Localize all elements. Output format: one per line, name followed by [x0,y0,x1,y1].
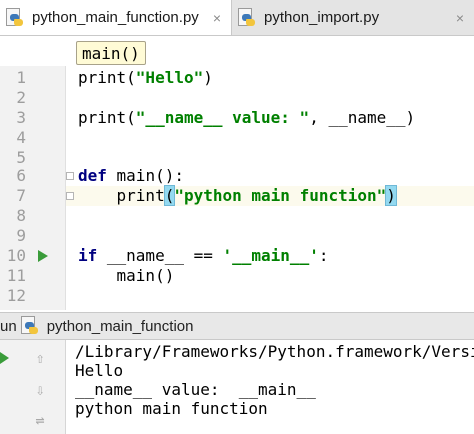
run-label: un [0,317,17,335]
line-number: 5 [16,148,26,167]
python-file-icon [6,7,24,28]
matched-paren: ) [385,185,397,206]
python-file-icon [238,7,256,28]
line-number: 3 [16,108,26,127]
code-line: 12 [0,286,474,306]
matched-paren: ( [163,185,176,206]
code-line: 1 print("Hello") [0,68,474,88]
code-line: 11 main() [0,266,474,286]
code-line: 10 if __name__ == '__main__': [0,246,474,266]
code-line: 8 [0,206,474,226]
code-line: 9 [0,226,474,246]
line-number: 4 [16,128,26,147]
close-icon[interactable]: × [456,10,464,26]
fold-marker-icon[interactable] [66,172,74,180]
console-line: /Library/Frameworks/Python.framework/Ver… [75,342,474,361]
up-arrow-icon[interactable]: ⇧ [30,348,50,368]
editor-tab-bar: python_main_function.py × python_import.… [0,0,474,36]
line-number: 8 [16,206,26,225]
breadcrumb[interactable]: main() [76,41,146,65]
line-number: 11 [6,266,26,285]
fold-marker-icon[interactable] [66,192,74,200]
code-line: 4 [0,128,474,148]
run-config-name[interactable]: python_main_function [47,318,194,335]
line-number: 6 [16,166,26,185]
run-gutter-icon[interactable] [38,250,48,262]
rerun-icon[interactable] [0,352,9,364]
close-icon[interactable]: × [213,10,221,26]
tab-python-main-function[interactable]: python_main_function.py × [0,0,232,35]
console-line: python main function [75,399,268,418]
python-file-icon [20,316,39,336]
console-output[interactable]: /Library/Frameworks/Python.framework/Ver… [66,340,474,434]
line-number: 12 [6,286,26,305]
line-number: 10 [6,246,26,265]
code-line: 3 print("__name__ value: ", __name__) [0,108,474,128]
tab-label: python_main_function.py [32,9,199,26]
tab-python-import[interactable]: python_import.py × [232,0,474,35]
console-line: __name__ value: __main__ [75,380,316,399]
run-panel-header: un python_main_function [0,312,474,340]
code-line: 2 [0,88,474,108]
line-number: 1 [16,68,26,87]
line-number: 9 [16,226,26,245]
tab-label: python_import.py [264,9,380,26]
console-line: Hello [75,361,124,380]
line-number: 2 [16,88,26,107]
line-number: 7 [16,186,26,205]
down-arrow-icon[interactable]: ⇩ [30,380,50,400]
code-line: 5 [0,148,474,168]
soft-wrap-icon[interactable]: ⇌ [30,410,50,430]
